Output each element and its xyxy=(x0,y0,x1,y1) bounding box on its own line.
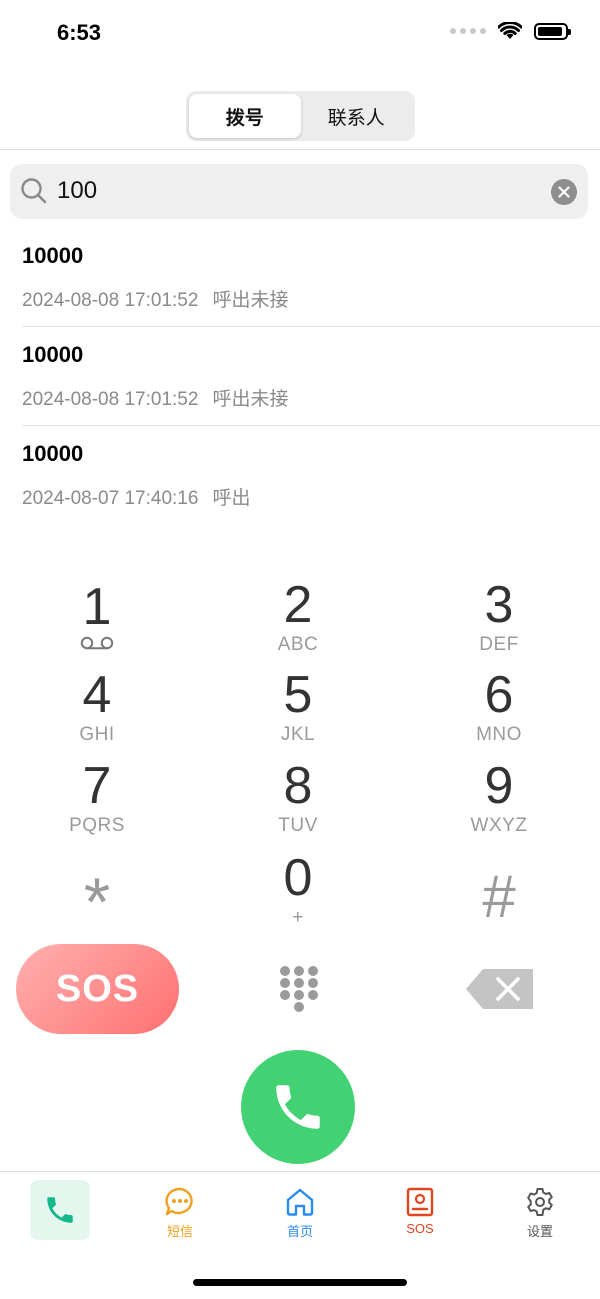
sos-label: SOS xyxy=(55,967,140,1010)
backspace-icon[interactable] xyxy=(465,968,535,1010)
call-meta: 2024-08-08 17:01:52 呼出未接 xyxy=(22,384,288,411)
tab-contacts[interactable]: 联系人 xyxy=(301,94,413,138)
battery-icon xyxy=(534,22,571,40)
gear-icon xyxy=(527,1188,553,1216)
search-icon xyxy=(21,178,47,204)
search-input[interactable] xyxy=(57,176,537,206)
call-number: 10000 xyxy=(22,441,84,466)
call-button[interactable] xyxy=(241,1050,355,1164)
sos-button[interactable]: SOS xyxy=(16,944,179,1034)
key-8[interactable]: 8 TUV xyxy=(218,757,378,847)
key-9[interactable]: 9 WXYZ xyxy=(419,757,579,847)
tab-bar: 短信 首页 SOS 设置 xyxy=(0,1172,600,1252)
call-log-item[interactable]: 10000 2024-08-08 17:01:52 呼出未接 xyxy=(0,327,600,426)
tab-dial[interactable]: 拨号 xyxy=(189,94,301,138)
signal-icon xyxy=(450,28,486,34)
wifi-icon xyxy=(498,22,522,39)
key-2[interactable]: 2 ABC xyxy=(218,576,378,666)
key-star[interactable]: * xyxy=(17,866,177,956)
header-divider xyxy=(0,149,600,150)
call-number: 10000 xyxy=(22,342,84,367)
call-status: 呼出未接 xyxy=(212,389,289,410)
key-digit: 8 xyxy=(283,757,313,815)
key-5[interactable]: 5 JKL xyxy=(218,666,378,756)
tab-label: SOS xyxy=(406,1221,434,1236)
key-letters: TUV xyxy=(278,815,318,836)
key-digit: 1 xyxy=(82,578,112,636)
close-icon xyxy=(558,186,570,198)
key-letters: JKL xyxy=(280,724,316,745)
call-meta: 2024-08-07 17:40:16 呼出 xyxy=(22,483,250,510)
key-1[interactable]: 1 xyxy=(17,578,177,668)
key-4[interactable]: 4 GHI xyxy=(17,666,177,756)
key-digit: 6 xyxy=(484,666,514,724)
message-icon xyxy=(165,1187,193,1216)
phone-icon xyxy=(47,1197,73,1223)
tab-settings[interactable]: 设置 xyxy=(480,1172,600,1252)
call-log-item[interactable]: 10000 2024-08-07 17:40:16 呼出 xyxy=(0,426,600,525)
tab-home[interactable]: 首页 xyxy=(240,1172,360,1252)
call-number: 10000 xyxy=(22,243,84,268)
tab-sos[interactable]: SOS xyxy=(360,1172,480,1252)
status-bar: 6:53 xyxy=(0,0,600,66)
key-digit: 4 xyxy=(82,666,112,724)
active-tab-highlight xyxy=(30,1180,90,1240)
home-indicator xyxy=(193,1279,407,1286)
voicemail-icon xyxy=(80,636,114,650)
sos-card-icon xyxy=(406,1187,434,1217)
call-meta: 2024-08-08 17:01:52 呼出未接 xyxy=(22,285,288,312)
tab-label: 设置 xyxy=(526,1224,553,1239)
key-digit: * xyxy=(83,864,111,940)
tab-label: 短信 xyxy=(166,1224,193,1239)
tab-phone[interactable] xyxy=(0,1172,120,1252)
call-datetime: 2024-08-07 17:40:16 xyxy=(22,488,199,509)
call-status: 呼出未接 xyxy=(212,290,289,311)
key-letters: WXYZ xyxy=(470,815,528,836)
key-0[interactable]: 0 + xyxy=(218,849,378,939)
status-icons xyxy=(450,22,571,40)
call-datetime: 2024-08-08 17:01:52 xyxy=(22,389,199,410)
key-letters: MNO xyxy=(476,724,522,745)
home-icon xyxy=(286,1188,314,1216)
phone-icon xyxy=(276,1085,320,1129)
key-letters: DEF xyxy=(479,634,519,655)
key-digit: 9 xyxy=(484,757,514,815)
key-digit: # xyxy=(482,863,516,930)
keypad-toggle-icon[interactable] xyxy=(279,965,319,1013)
call-log-item[interactable]: 10000 2024-08-08 17:01:52 呼出未接 xyxy=(0,228,600,327)
key-3[interactable]: 3 DEF xyxy=(419,576,579,666)
key-letters: PQRS xyxy=(69,815,125,836)
clear-search-button[interactable] xyxy=(551,179,577,205)
key-digit: 2 xyxy=(283,576,313,634)
status-time: 6:53 xyxy=(57,20,102,45)
call-log-list: 10000 2024-08-08 17:01:52 呼出未接 10000 2024… xyxy=(0,228,600,525)
segmented-control: 拨号 联系人 xyxy=(186,91,415,141)
key-digit: 0 xyxy=(283,849,313,907)
key-7[interactable]: 7 PQRS xyxy=(17,757,177,847)
key-digit: 3 xyxy=(484,576,514,634)
key-6[interactable]: 6 MNO xyxy=(419,666,579,756)
search-bar xyxy=(10,164,588,219)
tab-label: 首页 xyxy=(286,1224,313,1239)
tab-messages[interactable]: 短信 xyxy=(120,1172,240,1252)
key-digit: 7 xyxy=(82,757,112,815)
key-letters: + xyxy=(292,907,304,928)
key-letters: GHI xyxy=(79,724,115,745)
key-hash[interactable]: # xyxy=(419,861,579,951)
call-status: 呼出 xyxy=(212,488,251,509)
key-digit: 5 xyxy=(283,666,313,724)
key-letters: ABC xyxy=(277,634,319,655)
call-datetime: 2024-08-08 17:01:52 xyxy=(22,290,199,311)
